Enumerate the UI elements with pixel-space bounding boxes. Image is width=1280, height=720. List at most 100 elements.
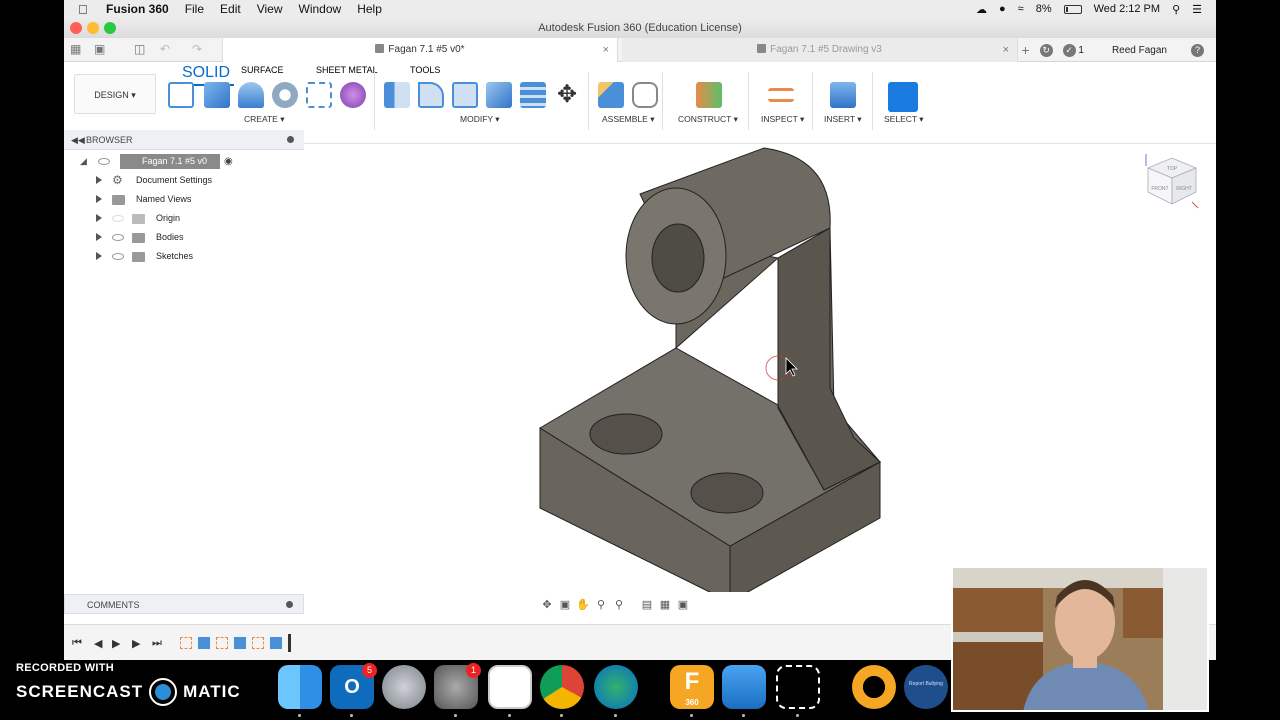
boss-bore-hole[interactable] — [651, 223, 705, 293]
press-pull-icon[interactable] — [384, 82, 410, 108]
mounting-hole[interactable] — [589, 413, 663, 455]
extrude-icon[interactable] — [204, 82, 230, 108]
pattern-icon[interactable] — [306, 82, 332, 108]
view-cube[interactable]: TOP FRONT RIGHT — [1144, 150, 1200, 210]
display-settings-icon[interactable]: ▤ — [640, 598, 654, 611]
menu-view[interactable]: View — [257, 2, 283, 16]
new-tab-icon[interactable]: + — [1021, 42, 1029, 58]
lifebuoy-icon[interactable] — [852, 665, 896, 709]
expanded-triangle-icon[interactable]: ◢ — [80, 152, 87, 171]
activate-radio-icon[interactable]: ◉ — [224, 152, 233, 171]
shell-icon[interactable] — [452, 82, 478, 108]
screencast-app-icon[interactable] — [488, 665, 532, 709]
fillet-icon[interactable] — [418, 82, 444, 108]
split-body-icon[interactable] — [520, 82, 546, 108]
clock[interactable]: Wed 2:12 PM — [1094, 3, 1160, 15]
create-form-icon[interactable] — [340, 82, 366, 108]
expand-triangle-icon[interactable] — [96, 252, 102, 260]
offset-plane-icon[interactable] — [696, 82, 722, 108]
zoom-icon[interactable]: ⚲ — [594, 598, 608, 611]
hole-icon[interactable] — [272, 82, 298, 108]
sync-icon[interactable]: ● — [999, 3, 1006, 15]
hidden-eye-icon[interactable] — [112, 215, 124, 222]
expand-triangle-icon[interactable] — [96, 214, 102, 222]
root-component[interactable]: Fagan 7.1 #5 v0 — [120, 154, 220, 169]
visibility-eye-icon[interactable] — [98, 158, 110, 165]
create-sketch-icon[interactable] — [168, 82, 194, 108]
timeline-extrude-icon[interactable] — [198, 637, 210, 649]
revolve-icon[interactable] — [238, 82, 264, 108]
3d-model-viewport[interactable] — [464, 122, 884, 592]
report-bullying-icon[interactable]: Report Bullying — [904, 665, 948, 709]
finder-icon[interactable] — [278, 665, 322, 709]
timeline-play-icon[interactable]: ▶ — [112, 637, 120, 650]
select-icon[interactable] — [888, 82, 918, 112]
cloud-icon[interactable]: ☁ — [976, 3, 987, 16]
orbit-icon[interactable]: ✥ — [540, 598, 554, 611]
browser-item-sketches[interactable]: Sketches — [64, 247, 304, 266]
tab-tools[interactable]: TOOLS — [410, 65, 440, 75]
tab-drawing-document[interactable]: Fagan 7.1 #5 Drawing v3 × — [622, 38, 1018, 62]
move-copy-icon[interactable]: ✥ — [554, 82, 580, 108]
create-menu[interactable]: CREATE ▾ — [244, 114, 285, 125]
timeline-start-icon[interactable]: ⏮ — [72, 637, 82, 650]
timeline-back-icon[interactable]: ◀ — [94, 637, 102, 650]
timeline-sketch-icon[interactable] — [216, 637, 228, 649]
visibility-eye-icon[interactable] — [112, 234, 124, 241]
browser-header[interactable]: ◀◀ BROWSER — [64, 130, 304, 150]
workspace-switcher[interactable]: DESIGN ▾ — [74, 74, 156, 114]
pin-icon[interactable] — [287, 136, 294, 143]
visibility-eye-icon[interactable] — [112, 253, 124, 260]
mounting-hole[interactable] — [690, 472, 764, 514]
look-at-icon[interactable]: ▣ — [558, 598, 572, 611]
tab-sheet-metal[interactable]: SHEET METAL — [316, 65, 378, 75]
timeline-extrude-icon[interactable] — [270, 637, 282, 649]
expand-triangle-icon[interactable] — [96, 233, 102, 241]
new-component-icon[interactable] — [598, 82, 624, 108]
select-menu[interactable]: SELECT ▾ — [884, 114, 924, 125]
save-icon[interactable]: ◫ — [134, 42, 145, 56]
maximize-window-button[interactable] — [104, 22, 116, 34]
grid-settings-icon[interactable]: ▦ — [658, 598, 672, 611]
menu-file[interactable]: File — [185, 2, 204, 16]
notification-center-icon[interactable]: ☰ — [1192, 3, 1202, 16]
user-name[interactable]: Reed Fagan — [1112, 45, 1167, 56]
add-comment-icon[interactable] — [286, 601, 293, 608]
redo-icon[interactable]: ↷ — [192, 42, 202, 56]
browser-item-named-views[interactable]: Named Views — [64, 190, 304, 209]
insert-image-icon[interactable] — [830, 82, 856, 108]
browser-root-row[interactable]: ◢ Fagan 7.1 #5 v0 ◉ — [64, 152, 304, 171]
battery-icon[interactable] — [1063, 4, 1082, 14]
fusion-360-icon[interactable]: F 360 — [670, 665, 714, 709]
browser-item-document-settings[interactable]: ⚙ Document Settings — [64, 171, 304, 190]
file-menu-icon[interactable]: ▣ — [94, 42, 105, 56]
apple-icon[interactable]:  — [78, 2, 100, 17]
close-tab-icon[interactable]: × — [603, 38, 609, 62]
menu-window[interactable]: Window — [299, 2, 342, 16]
screenshot-tool-icon[interactable] — [776, 665, 820, 709]
collapse-panel-icon[interactable]: ◀◀ — [71, 130, 85, 150]
spotlight-icon[interactable]: ⚲ — [1172, 3, 1180, 16]
menu-edit[interactable]: Edit — [220, 2, 241, 16]
expand-triangle-icon[interactable] — [96, 176, 102, 184]
measure-icon[interactable] — [768, 88, 794, 102]
timeline-end-icon[interactable]: ⏭ — [152, 637, 162, 650]
tab-active-document[interactable]: Fagan 7.1 #5 v0* × — [222, 38, 618, 62]
close-tab-icon[interactable]: × — [1003, 38, 1009, 62]
globe-app-icon[interactable] — [594, 665, 638, 709]
timeline-marker[interactable] — [288, 634, 291, 652]
launchpad-icon[interactable] — [382, 665, 426, 709]
close-window-button[interactable] — [70, 22, 82, 34]
grid-icon[interactable]: ▦ — [70, 42, 81, 56]
timeline-sketch-icon[interactable] — [252, 637, 264, 649]
browser-item-origin[interactable]: Origin — [64, 209, 304, 228]
chrome-icon[interactable] — [540, 665, 584, 709]
viewports-icon[interactable]: ▣ — [676, 598, 690, 611]
job-status[interactable]: ✓ 1 — [1062, 43, 1084, 57]
help-icon[interactable]: ? — [1191, 43, 1204, 57]
menu-help[interactable]: Help — [357, 2, 382, 16]
timeline-extrude-icon[interactable] — [234, 637, 246, 649]
wifi-icon[interactable]: ≈ — [1018, 3, 1024, 15]
app-menu[interactable]: Fusion 360 — [106, 2, 169, 16]
comments-panel[interactable]: COMMENTS — [64, 594, 304, 614]
